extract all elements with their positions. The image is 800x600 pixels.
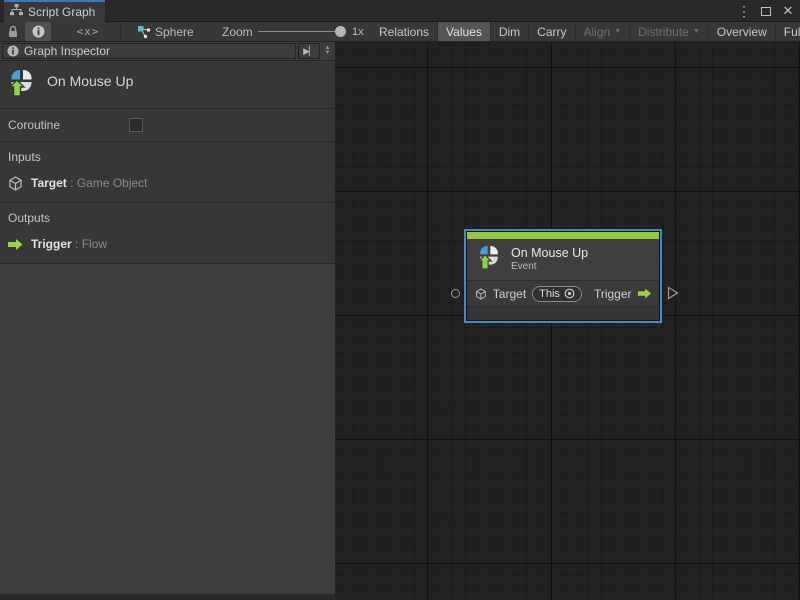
- lock-icon[interactable]: [3, 22, 23, 41]
- chevron-down-icon: ▼: [693, 28, 700, 35]
- cube-icon: [475, 287, 487, 301]
- target-object-picker[interactable]: This: [532, 286, 582, 302]
- coroutine-checkbox[interactable]: [129, 118, 143, 132]
- tab-bar: Script Graph ⋮ ✕: [0, 0, 800, 22]
- inspector-toggle-button[interactable]: [25, 22, 51, 41]
- trigger-port-label: Trigger: [594, 287, 632, 301]
- node-body[interactable]: On Mouse Up Event Target This: [466, 231, 660, 321]
- coroutine-row: Coroutine: [0, 109, 335, 142]
- panel-spinner[interactable]: ▲ ▼: [320, 42, 335, 60]
- carry-button[interactable]: Carry: [528, 22, 574, 41]
- inspector-empty-area: [0, 264, 335, 594]
- graph-hierarchy-icon: [10, 3, 23, 21]
- node-left-port[interactable]: [451, 289, 460, 298]
- graph-inspector-panel: Graph Inspector ▶▏ ▲ ▼ On Mouse Up Corou…: [0, 42, 335, 600]
- mouse-up-icon: [8, 69, 35, 102]
- toolbar-buttons: Relations Values Dim Carry Align ▼ Distr…: [371, 22, 800, 41]
- distribute-dropdown[interactable]: Distribute ▼: [629, 22, 708, 41]
- inputs-header: Inputs: [8, 150, 327, 164]
- graph-canvas[interactable]: On Mouse Up Event Target This: [335, 42, 800, 600]
- close-icon[interactable]: ✕: [780, 3, 796, 19]
- graph-toolbar: <x> Sphere Zoom 1x Relations Values Dim …: [0, 22, 800, 42]
- object-picker-icon: [564, 288, 575, 299]
- inspector-title-bar: Graph Inspector: [2, 43, 296, 59]
- info-icon: [7, 45, 19, 57]
- tab-script-graph[interactable]: Script Graph: [4, 0, 105, 22]
- inspector-header: Graph Inspector ▶▏ ▲ ▼: [0, 42, 335, 61]
- outputs-section: Outputs Trigger : Flow: [0, 203, 335, 264]
- node-footer: [467, 306, 659, 320]
- on-mouse-up-node[interactable]: On Mouse Up Event Target This: [466, 231, 660, 321]
- values-button[interactable]: Values: [437, 22, 490, 41]
- graph-owner-label[interactable]: Sphere: [155, 22, 194, 41]
- window-controls: ⋮ ✕: [736, 0, 796, 22]
- inputs-section: Inputs Target : Game Object: [0, 142, 335, 203]
- node-header[interactable]: On Mouse Up Event: [467, 239, 659, 280]
- window-menu-icon[interactable]: ⋮: [736, 3, 752, 19]
- target-port-label: Target: [493, 287, 526, 301]
- unit-title: On Mouse Up: [47, 69, 133, 89]
- cube-icon: [8, 176, 23, 191]
- output-type: Flow: [82, 237, 107, 251]
- graph-owner-icon: [136, 22, 152, 41]
- flow-arrow-icon: [8, 238, 23, 251]
- coroutine-label: Coroutine: [8, 118, 60, 132]
- code-preview-icon[interactable]: <x>: [60, 22, 116, 41]
- maximize-icon[interactable]: [758, 3, 774, 19]
- zoom-slider-handle[interactable]: [335, 26, 346, 37]
- full-screen-button[interactable]: Full Screen: [775, 22, 800, 41]
- tab-label: Script Graph: [28, 5, 95, 19]
- output-name: Trigger: [31, 237, 72, 251]
- script-graph-window: Script Graph ⋮ ✕ <x>: [0, 0, 800, 600]
- inspector-bottom-edge: [0, 594, 335, 600]
- input-row-target: Target : Game Object: [8, 174, 327, 192]
- relations-button[interactable]: Relations: [371, 22, 437, 41]
- zoom-slider-track[interactable]: [258, 31, 342, 32]
- dim-button[interactable]: Dim: [490, 22, 528, 41]
- node-title: On Mouse Up: [511, 246, 588, 261]
- dock-panel-button[interactable]: ▶▏: [298, 43, 320, 59]
- node-subtitle: Event: [511, 261, 588, 273]
- flow-arrow-icon: [638, 287, 651, 300]
- output-row-trigger: Trigger : Flow: [8, 235, 327, 253]
- mouse-up-icon: [477, 245, 501, 275]
- unit-header-section: On Mouse Up: [0, 61, 335, 109]
- chevron-down-icon: ▼: [614, 28, 621, 35]
- node-port-row: Target This Trigger: [467, 280, 659, 306]
- input-type: Game Object: [77, 176, 148, 190]
- align-dropdown[interactable]: Align ▼: [575, 22, 630, 41]
- overview-button[interactable]: Overview: [708, 22, 775, 41]
- inspector-title: Graph Inspector: [24, 44, 110, 58]
- outputs-header: Outputs: [8, 211, 327, 225]
- node-right-port[interactable]: [667, 286, 679, 305]
- spin-down-icon[interactable]: ▼: [325, 51, 331, 56]
- toolbar-divider: [120, 23, 121, 40]
- zoom-value: 1x: [352, 22, 364, 41]
- event-color-bar: [467, 232, 659, 239]
- input-name: Target: [31, 176, 67, 190]
- zoom-label: Zoom: [222, 22, 253, 41]
